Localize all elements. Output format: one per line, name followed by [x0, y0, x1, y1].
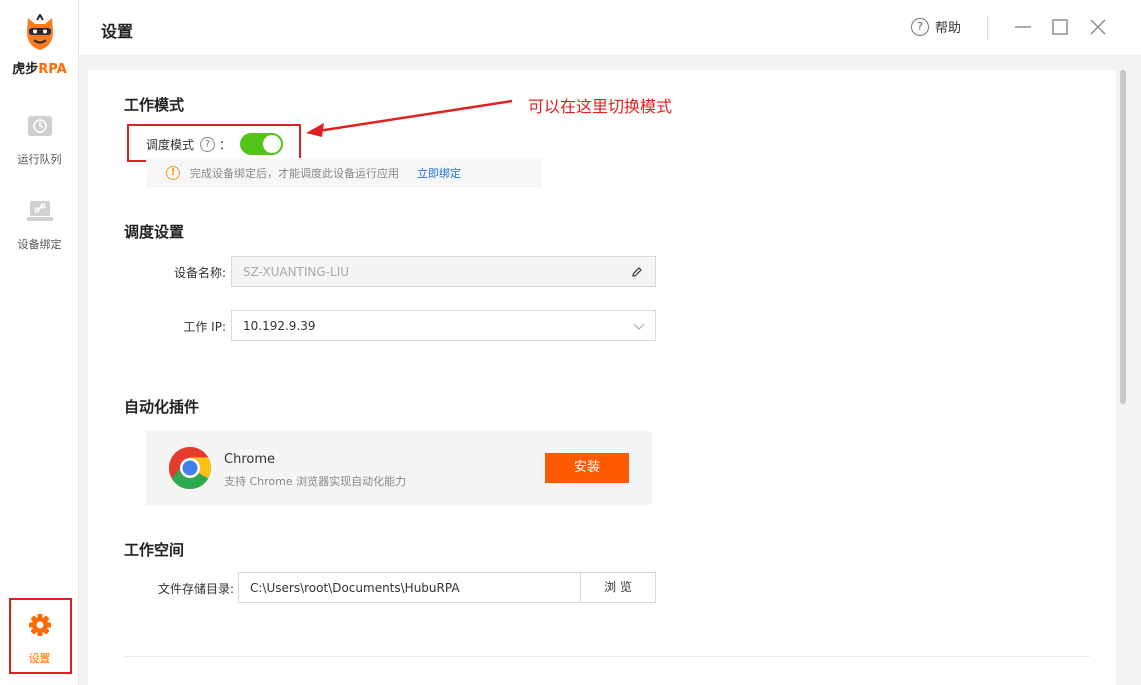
settings-highlight-box	[9, 598, 72, 674]
storage-dir-value: C:\Users\root\Documents\HubuRPA	[250, 580, 460, 595]
close-icon[interactable]	[1087, 16, 1109, 38]
browse-button[interactable]: 浏 览	[580, 572, 656, 603]
warning-icon: !	[166, 166, 180, 180]
window-header: 设置 ? 帮助	[79, 0, 1141, 56]
section-title-work-mode: 工作模式	[124, 96, 185, 114]
sidebar-item-run-queue[interactable]: 运行队列	[0, 115, 79, 167]
maximize-icon[interactable]	[1049, 16, 1071, 38]
device-name-label: 设备名称:	[173, 266, 226, 280]
question-icon[interactable]: ?	[200, 137, 216, 152]
edit-pencil-icon[interactable]	[631, 266, 643, 278]
section-title-plugins: 自动化插件	[124, 398, 200, 416]
help-label: 帮助	[935, 21, 962, 36]
sidebar-item-label: 设备绑定	[17, 238, 62, 251]
section-title-dispatch: 调度设置	[124, 223, 185, 241]
logo-text-cn: 虎步	[12, 62, 39, 77]
laptop-link-icon	[26, 201, 53, 221]
colon-text: ：	[219, 138, 232, 152]
sidebar: 虎步RPA 运行队列 设备绑定 设置	[0, 0, 79, 685]
dispatch-mode-text: 调度模式	[146, 138, 195, 152]
annotation-text: 可以在这里切换模式	[528, 97, 673, 116]
device-name-field[interactable]: SZ-XUANTING-LIU	[231, 256, 656, 287]
notice-text: 完成设备绑定后，才能调度此设备运行应用	[190, 167, 399, 180]
work-ip-select[interactable]: 10.192.9.39	[231, 310, 656, 341]
storage-dir-label: 文件存储目录:	[157, 582, 234, 596]
header-divider	[987, 16, 988, 40]
sidebar-item-label: 运行队列	[17, 153, 62, 166]
minimize-icon[interactable]	[1012, 16, 1034, 38]
help-button[interactable]: ? 帮助	[911, 17, 961, 36]
storage-dir-field[interactable]: C:\Users\root\Documents\HubuRPA	[238, 572, 581, 603]
section-title-workspace: 工作空间	[124, 541, 185, 559]
toggle-knob	[263, 135, 281, 153]
app-logo: 虎步RPA	[0, 13, 79, 77]
annotation-arrow-icon	[306, 99, 513, 137]
clock-icon	[27, 116, 52, 136]
plugin-description: 支持 Chrome 浏览器实现自动化能力	[224, 475, 407, 488]
install-chrome-button[interactable]: 安装	[545, 453, 629, 483]
help-icon: ?	[911, 17, 929, 36]
dispatch-mode-label: 调度模式 ? ：	[146, 136, 231, 153]
work-ip-value: 10.192.9.39	[243, 318, 316, 333]
work-ip-label: 工作 IP:	[183, 320, 226, 334]
bottom-divider	[124, 656, 1090, 657]
logo-text-rpa: RPA	[38, 62, 67, 77]
dispatch-mode-toggle[interactable]	[240, 133, 283, 155]
device-name-value: SZ-XUANTING-LIU	[243, 264, 350, 279]
plugin-name: Chrome	[224, 452, 275, 467]
plugin-card-chrome: Chrome 支持 Chrome 浏览器实现自动化能力 安装	[146, 431, 652, 505]
chevron-down-icon	[633, 323, 645, 330]
binding-notice: ! 完成设备绑定后，才能调度此设备运行应用 立即绑定	[146, 158, 542, 188]
bind-now-link[interactable]: 立即绑定	[417, 165, 461, 181]
page-title: 设置	[101, 22, 134, 41]
scrollbar[interactable]	[1120, 70, 1126, 404]
sidebar-item-device-binding[interactable]: 设备绑定	[0, 200, 79, 252]
chrome-icon	[168, 447, 212, 490]
tiger-logo-icon	[26, 13, 53, 50]
